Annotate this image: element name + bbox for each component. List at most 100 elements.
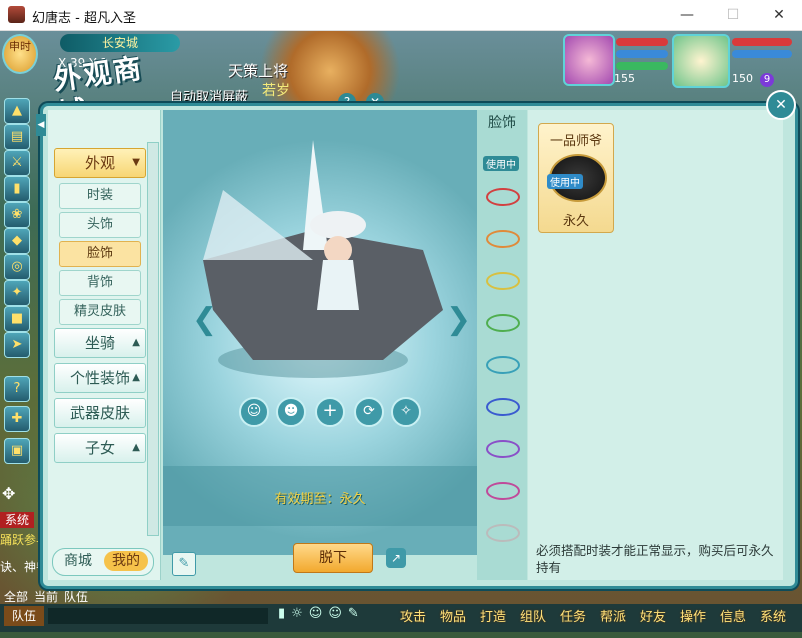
pet-hp-bar: [732, 38, 792, 46]
toolbar-gift-icon[interactable]: ✚: [4, 406, 30, 432]
pose-ride-icon[interactable]: ⟳: [354, 397, 384, 427]
item-card[interactable]: 一品师爷 使用中 永久: [538, 123, 614, 233]
glasses-swatch[interactable]: [486, 482, 520, 500]
chat-tab-team[interactable]: 队伍: [64, 588, 88, 605]
tab-mine[interactable]: 我的: [104, 551, 148, 571]
pose-wave-icon[interactable]: ☻: [276, 397, 306, 427]
pet-level: 150: [732, 72, 753, 85]
glasses-swatch[interactable]: [486, 524, 520, 542]
close-shop-icon[interactable]: ✕: [766, 90, 796, 120]
menu-item[interactable]: 攻击: [393, 598, 433, 630]
collapse-arrow-icon[interactable]: ◀: [36, 114, 46, 136]
title-bar: 幻唐志 - 超凡入圣 — ☐ ✕: [0, 0, 802, 31]
menu-item[interactable]: 组队: [513, 598, 553, 630]
chevron-down-icon: ▼: [132, 157, 140, 168]
category-children[interactable]: 子女 ▲: [54, 433, 146, 463]
pet-avatar[interactable]: [672, 34, 730, 88]
chevron-up-icon: ▲: [132, 442, 140, 453]
maximize-button[interactable]: ☐: [710, 0, 756, 30]
sub-spirit-skin[interactable]: 精灵皮肤: [59, 299, 141, 325]
category-scrollbar[interactable]: [147, 142, 159, 536]
item-tag: 使用中: [547, 174, 583, 189]
menu-item[interactable]: 物品: [433, 598, 473, 630]
rotate-left-icon[interactable]: ❮: [192, 302, 217, 337]
player-avatar[interactable]: [563, 34, 615, 86]
share-icon[interactable]: ↗: [386, 548, 406, 568]
toolbar-sword-icon[interactable]: ⚔: [4, 150, 30, 176]
player-mp-bar: [616, 50, 668, 58]
toolbar-tv-icon[interactable]: ▣: [4, 438, 30, 464]
add-icon[interactable]: +: [315, 397, 345, 427]
sub-fashion[interactable]: 时装: [59, 183, 141, 209]
title-badge: 天策上将: [228, 62, 289, 80]
validity-label: 有效期至：永久: [274, 492, 366, 507]
toolbar-help-icon[interactable]: ?: [4, 376, 30, 402]
toolbar-target-icon[interactable]: ◎: [4, 254, 30, 280]
glasses-swatch[interactable]: [486, 272, 520, 290]
category-mount-label: 坐骑: [84, 334, 115, 352]
glasses-swatch[interactable]: [486, 398, 520, 416]
chevron-up-icon: ▲: [132, 337, 140, 348]
item-note: 必须搭配时装才能正常显示，购买后可永久持有: [536, 543, 774, 575]
in-use-badge: 使用中: [483, 156, 519, 171]
glasses-swatch[interactable]: [486, 188, 520, 206]
glasses-swatch[interactable]: [486, 314, 520, 332]
category-appearance-label: 外观: [84, 154, 115, 172]
category-children-label: 子女: [84, 439, 115, 457]
chevron-up-icon: ▲: [132, 372, 140, 383]
app-icon: [8, 6, 25, 23]
sub-facewear[interactable]: 脸饰: [59, 241, 141, 267]
chat-tab-current[interactable]: 当前: [34, 588, 58, 605]
menu-item[interactable]: 打造: [473, 598, 513, 630]
player-hp-bar: [616, 38, 668, 46]
pet-mp-bar: [732, 50, 792, 58]
category-personal[interactable]: 个性装饰 ▲: [54, 363, 146, 393]
move-icon[interactable]: ✥: [2, 484, 15, 503]
pet-badge: 9: [760, 73, 774, 87]
time-indicator: 申时: [2, 34, 38, 74]
edit-icon[interactable]: ✎: [172, 552, 196, 576]
team-label[interactable]: 队伍: [4, 606, 44, 626]
menu-item[interactable]: 任务: [553, 598, 593, 630]
toolbar-up-icon[interactable]: ▲: [4, 98, 30, 124]
minimize-button[interactable]: —: [664, 0, 710, 30]
menu-item[interactable]: 操作: [673, 598, 713, 630]
category-mount[interactable]: 坐骑 ▲: [54, 328, 146, 358]
remove-button[interactable]: 脱下: [293, 543, 373, 573]
chat-tab-all[interactable]: 全部: [4, 588, 28, 605]
chat-channel: 系统: [0, 512, 34, 528]
chat-input[interactable]: [48, 608, 268, 624]
toolbar-gold-icon[interactable]: ◆: [4, 228, 30, 254]
category-personal-label: 个性装饰: [69, 369, 130, 387]
tab-shop[interactable]: 商城: [56, 551, 100, 571]
item-name: 一品师爷: [549, 134, 602, 149]
chat-tool-icons[interactable]: ▮☼☺☺✎: [278, 606, 365, 621]
category-weapon-skin[interactable]: 武器皮肤: [54, 398, 146, 428]
rotate-right-icon[interactable]: ❯: [446, 302, 471, 337]
glasses-swatch[interactable]: [486, 356, 520, 374]
toolbar-pet-icon[interactable]: ❀: [4, 202, 30, 228]
strip-header: 脸饰: [488, 115, 516, 131]
toolbar-book-icon[interactable]: ▤: [4, 124, 30, 150]
mount-figure: [203, 140, 443, 378]
toolbar-arrow-icon[interactable]: ➤: [4, 332, 30, 358]
sub-headwear[interactable]: 头饰: [59, 212, 141, 238]
pose-stand-icon[interactable]: ☺: [239, 397, 269, 427]
pose-special-icon[interactable]: ✧: [391, 397, 421, 427]
menu-item[interactable]: 好友: [633, 598, 673, 630]
player-sp-bar: [616, 62, 668, 70]
glasses-swatch[interactable]: [486, 230, 520, 248]
category-appearance[interactable]: 外观 ▼: [54, 148, 146, 178]
menu-item[interactable]: 帮派: [593, 598, 633, 630]
location-label: 长安城: [60, 34, 180, 52]
item-duration: 永久: [562, 214, 589, 229]
toolbar-chart-icon[interactable]: ▮: [4, 176, 30, 202]
glasses-swatch[interactable]: [486, 440, 520, 458]
menu-item[interactable]: 信息: [713, 598, 753, 630]
sub-backwear[interactable]: 背饰: [59, 270, 141, 296]
facewear-strip: [477, 110, 527, 580]
toolbar-gem-icon[interactable]: ✦: [4, 280, 30, 306]
menu-item[interactable]: 系统: [753, 598, 793, 630]
toolbar-cube-icon[interactable]: ■: [4, 306, 30, 332]
close-window-button[interactable]: ✕: [756, 0, 802, 30]
